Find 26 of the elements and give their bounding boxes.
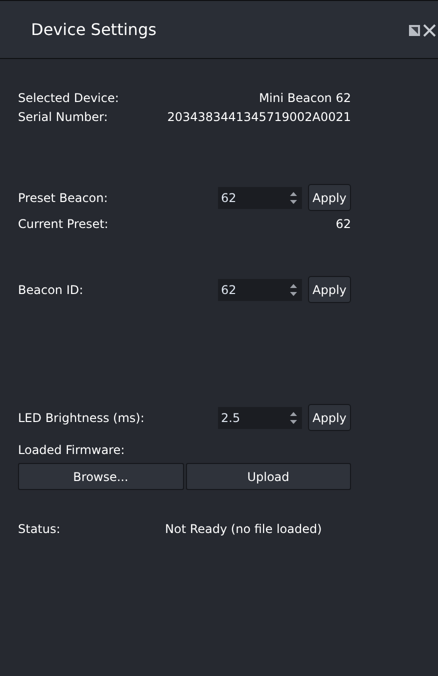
current-preset-value: 62 — [336, 216, 351, 232]
restore-icon[interactable] — [409, 25, 420, 36]
number-field[interactable]: 62 — [218, 278, 302, 300]
field-label: LED Brightness (ms): — [18, 410, 144, 426]
field-label: Preset Beacon: — [18, 190, 108, 206]
field-label: Selected Device: — [18, 90, 119, 106]
spin-arrows-icon[interactable] — [289, 190, 298, 204]
field-label: Beacon ID: — [18, 282, 84, 298]
status-value: Not Ready (no file loaded) — [165, 521, 322, 538]
firmware-button[interactable]: Upload — [186, 463, 351, 490]
apply-button[interactable]: Apply — [308, 184, 351, 211]
field-label: Current Preset: — [18, 216, 108, 232]
apply-button[interactable]: Apply — [308, 404, 351, 431]
serial-number: 2034383441345719002A0021 — [167, 108, 351, 126]
apply-button[interactable]: Apply — [308, 276, 351, 303]
field-label: Loaded Firmware: — [18, 442, 126, 457]
firmware-button[interactable]: Browse... — [18, 463, 184, 490]
window-title: Device Settings — [31, 18, 156, 40]
close-icon[interactable] — [423, 24, 436, 37]
device-name: Mini Beacon 62 — [258, 90, 351, 106]
number-field[interactable]: 62 — [218, 186, 302, 208]
field-label: Status: — [18, 521, 62, 538]
number-field[interactable]: 2.5 — [218, 406, 302, 428]
spin-arrows-icon[interactable] — [289, 282, 298, 296]
spin-arrows-icon[interactable] — [289, 410, 298, 424]
field-label: Serial Number: — [18, 108, 108, 126]
